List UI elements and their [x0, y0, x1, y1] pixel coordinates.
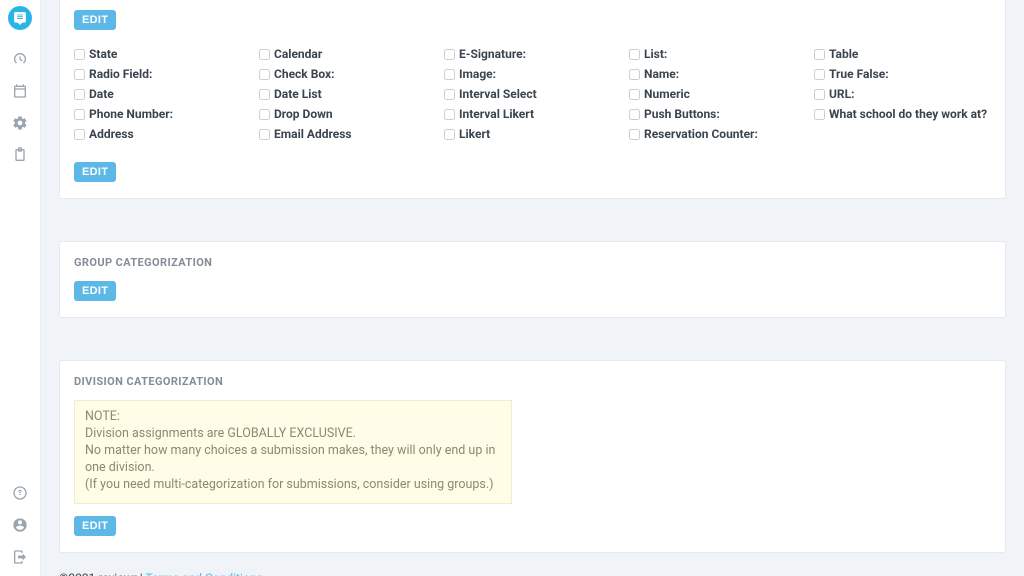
group-categorization-card: GROUP CATEGORIZATION EDIT	[59, 241, 1006, 318]
field-name[interactable]: Name:	[629, 64, 806, 84]
edit-button[interactable]: EDIT	[74, 281, 116, 301]
field-label: E-Signature:	[459, 47, 526, 61]
field-label: What school do they work at?	[829, 107, 987, 121]
field-numeric[interactable]: Numeric	[629, 84, 806, 104]
field-label: Check Box:	[274, 67, 335, 81]
note-line: NOTE:	[85, 409, 501, 426]
field-phone[interactable]: Phone Number:	[74, 104, 251, 124]
logout-icon[interactable]	[11, 548, 29, 566]
edit-button[interactable]: EDIT	[74, 162, 116, 182]
main-content: EDIT State Calendar E-Signature: List: T…	[41, 0, 1024, 576]
field-label: Push Buttons:	[644, 107, 720, 121]
field-list[interactable]: List:	[629, 44, 806, 64]
field-table[interactable]: Table	[814, 44, 991, 64]
field-label: Name:	[644, 67, 679, 81]
field-truefalse[interactable]: True False:	[814, 64, 991, 84]
logo-icon[interactable]	[8, 6, 32, 30]
edit-button[interactable]: EDIT	[74, 516, 116, 536]
field-pushbuttons[interactable]: Push Buttons:	[629, 104, 806, 124]
field-label: Drop Down	[274, 107, 333, 121]
field-image[interactable]: Image:	[444, 64, 621, 84]
field-checkbox[interactable]: Check Box:	[259, 64, 436, 84]
field-label: Date List	[274, 87, 322, 101]
footer: ©2021 reviewr | Terms and Conditions	[59, 567, 1006, 576]
field-school[interactable]: What school do they work at?	[814, 104, 991, 124]
field-label: Interval Select	[459, 87, 537, 101]
note-box: NOTE: Division assignments are GLOBALLY …	[74, 400, 512, 504]
note-line: (If you need multi-categorization for su…	[85, 477, 501, 494]
field-label: Address	[89, 127, 134, 141]
field-calendar[interactable]: Calendar	[259, 44, 436, 64]
field-label: Phone Number:	[89, 107, 173, 121]
field-url[interactable]: URL:	[814, 84, 991, 104]
field-label: List:	[644, 47, 667, 61]
field-label: Interval Likert	[459, 107, 534, 121]
field-date[interactable]: Date	[74, 84, 251, 104]
field-label: Email Address	[274, 127, 352, 141]
field-radio[interactable]: Radio Field:	[74, 64, 251, 84]
field-label: Table	[829, 47, 858, 61]
section-title-group: GROUP CATEGORIZATION	[74, 256, 991, 269]
field-intervalselect[interactable]: Interval Select	[444, 84, 621, 104]
field-datelist[interactable]: Date List	[259, 84, 436, 104]
field-label: Radio Field:	[89, 67, 152, 81]
field-state[interactable]: State	[74, 44, 251, 64]
field-label: State	[89, 47, 117, 61]
field-label: Likert	[459, 127, 490, 141]
field-grid: State Calendar E-Signature: List: Table …	[74, 44, 991, 144]
field-label: Numeric	[644, 87, 690, 101]
field-label: URL:	[829, 87, 854, 101]
field-label: Image:	[459, 67, 496, 81]
footer-copyright: ©2021 reviewr |	[59, 571, 145, 576]
field-address[interactable]: Address	[74, 124, 251, 144]
sidebar	[0, 0, 41, 576]
field-email[interactable]: Email Address	[259, 124, 436, 144]
clipboard-icon[interactable]	[11, 146, 29, 164]
field-dropdown[interactable]: Drop Down	[259, 104, 436, 124]
gear-icon[interactable]	[11, 114, 29, 132]
field-intervallikert[interactable]: Interval Likert	[444, 104, 621, 124]
dashboard-icon[interactable]	[11, 50, 29, 68]
field-label: Calendar	[274, 47, 322, 61]
edit-button[interactable]: EDIT	[74, 10, 116, 30]
field-reservation[interactable]: Reservation Counter:	[629, 124, 806, 144]
division-categorization-card: DIVISION CATEGORIZATION NOTE: Division a…	[59, 360, 1006, 553]
calendar-icon[interactable]	[11, 82, 29, 100]
fields-card: EDIT State Calendar E-Signature: List: T…	[59, 0, 1006, 199]
field-esignature[interactable]: E-Signature:	[444, 44, 621, 64]
terms-link[interactable]: Terms and Conditions	[145, 571, 262, 576]
note-line: Division assignments are GLOBALLY EXCLUS…	[85, 426, 501, 443]
user-icon[interactable]	[11, 516, 29, 534]
note-line: No matter how many choices a submission …	[85, 443, 501, 477]
help-icon[interactable]	[11, 484, 29, 502]
field-label: Reservation Counter:	[644, 127, 758, 141]
field-likert[interactable]: Likert	[444, 124, 621, 144]
section-title-division: DIVISION CATEGORIZATION	[74, 375, 991, 388]
field-label: Date	[89, 87, 114, 101]
field-label: True False:	[829, 67, 889, 81]
